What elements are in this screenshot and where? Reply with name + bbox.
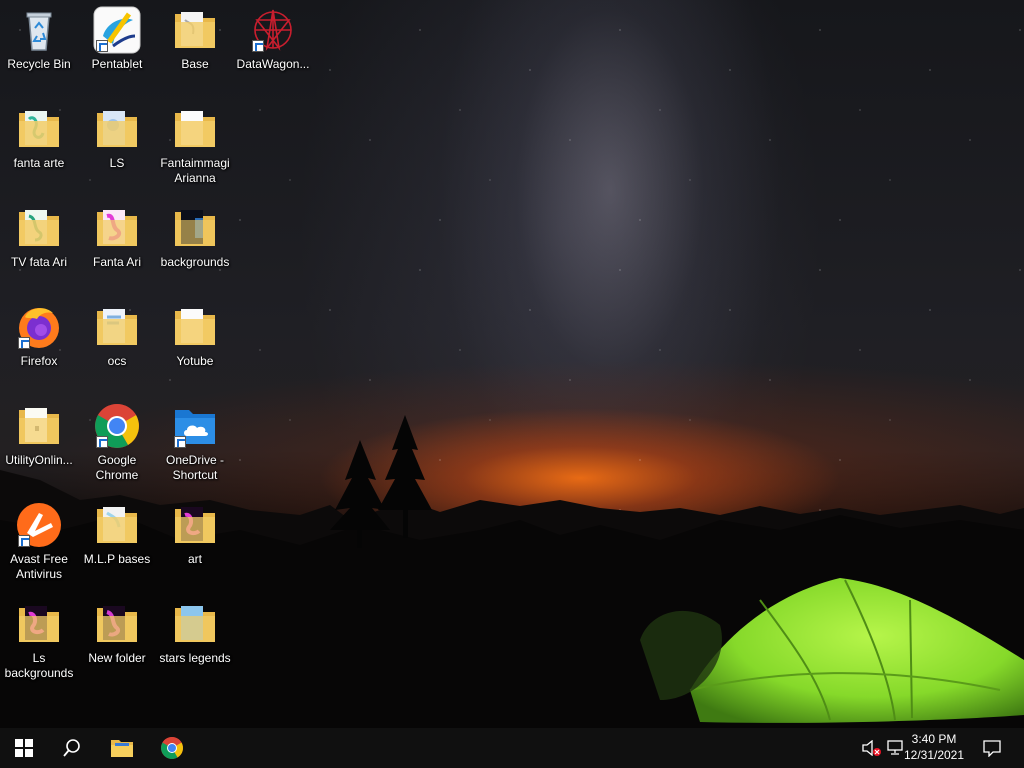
desktop-icon-tv-fata-ari[interactable]: TV fata Ari [0, 204, 78, 270]
desktop-icon-new-folder[interactable]: New folder [78, 600, 156, 666]
search-icon [63, 739, 80, 757]
desktop-icon-ls-backgrounds[interactable]: Ls backgrounds [0, 600, 78, 681]
folder-icon [93, 204, 141, 252]
icon-label: Google Chrome [95, 453, 139, 482]
icon-label: Yotube [176, 354, 214, 368]
folder-icon [15, 105, 63, 153]
folder-icon [93, 600, 141, 648]
folder-icon [171, 105, 219, 153]
folder-icon [15, 402, 63, 450]
desktop-icon-utilityonline[interactable]: UtilityOnlin... [0, 402, 78, 468]
system-clock[interactable]: 3:40 PM 12/31/2021 [900, 731, 968, 763]
desktop-icon-ls[interactable]: LS [78, 105, 156, 171]
windows-logo-icon [15, 739, 33, 757]
volume-button[interactable] [858, 728, 884, 768]
folder-icon [93, 105, 141, 153]
desktop-icon-ocs[interactable]: ocs [78, 303, 156, 369]
datawagon-icon [249, 6, 297, 54]
avast-icon [15, 501, 63, 549]
taskbar-file-explorer[interactable] [98, 728, 146, 768]
desktop-icon-onedrive-shortcut[interactable]: OneDrive - Shortcut [156, 402, 234, 483]
icon-label: DataWagon... [236, 57, 310, 71]
folder-icon [171, 501, 219, 549]
desktop-wallpaper[interactable]: Recycle Bin fanta arte TV fata Ari Firef… [0, 0, 1024, 728]
clock-time: 3:40 PM [911, 732, 957, 746]
icon-label: New folder [88, 651, 146, 665]
start-button[interactable] [0, 728, 48, 768]
icon-label: ocs [107, 354, 127, 368]
icon-label: M.L.P bases [83, 552, 151, 566]
onedrive-folder-icon [171, 402, 219, 450]
shortcut-arrow-icon [174, 436, 186, 448]
folder-icon [171, 303, 219, 351]
search-button[interactable] [48, 728, 96, 768]
icon-label: Avast Free Antivirus [10, 552, 68, 581]
folder-icon [171, 6, 219, 54]
desktop-icon-yotube[interactable]: Yotube [156, 303, 234, 369]
taskbar-chrome[interactable] [148, 728, 196, 768]
desktop-icon-backgrounds[interactable]: backgrounds [156, 204, 234, 270]
folder-icon [171, 600, 219, 648]
taskbar: 3:40 PM 12/31/2021 [0, 728, 1024, 768]
chrome-icon [161, 737, 183, 759]
desktop-icon-stars-legends[interactable]: stars legends [156, 600, 234, 666]
desktop-icon-google-chrome[interactable]: Google Chrome [78, 402, 156, 483]
desktop-icon-firefox[interactable]: Firefox [0, 303, 78, 369]
icon-label: LS [109, 156, 125, 170]
pentablet-icon [93, 6, 141, 54]
icon-label: fanta arte [13, 156, 65, 170]
icon-label: Fantaimmagi Arianna [160, 156, 230, 185]
desktop-icon-mlp-bases[interactable]: M.L.P bases [78, 501, 156, 567]
firefox-icon [15, 303, 63, 351]
folder-icon [171, 204, 219, 252]
icon-label: backgrounds [160, 255, 230, 269]
desktop-icon-fanta-ari[interactable]: Fanta Ari [78, 204, 156, 270]
desktop-icon-fanta-arte[interactable]: fanta arte [0, 105, 78, 171]
shortcut-arrow-icon [96, 40, 108, 52]
folder-icon [15, 600, 63, 648]
desktop-icon-datawagon[interactable]: DataWagon... [234, 6, 312, 72]
action-center-icon [983, 740, 1001, 757]
icon-label: Recycle Bin [7, 57, 71, 71]
desktop-icon-recycle-bin[interactable]: Recycle Bin [0, 6, 78, 72]
folder-icon [15, 204, 63, 252]
icon-label: UtilityOnlin... [5, 453, 73, 467]
icon-label: TV fata Ari [10, 255, 68, 269]
desktop-icon-art[interactable]: art [156, 501, 234, 567]
folder-icon [93, 501, 141, 549]
desktop-icon-base[interactable]: Base [156, 6, 234, 72]
icon-label: Ls backgrounds [4, 651, 74, 680]
volume-muted-icon [862, 740, 881, 756]
icon-label: Pentablet [91, 57, 143, 71]
shortcut-arrow-icon [252, 40, 264, 52]
icon-label: OneDrive - Shortcut [165, 453, 224, 482]
icon-label: Firefox [20, 354, 58, 368]
icon-label: art [187, 552, 202, 566]
icon-label: Base [181, 57, 209, 71]
file-explorer-icon [111, 740, 133, 757]
icon-label: Fanta Ari [92, 255, 142, 269]
chrome-icon [93, 402, 141, 450]
desktop-icon-avast[interactable]: Avast Free Antivirus [0, 501, 78, 582]
recycle-bin-icon [15, 6, 63, 54]
icon-label: stars legends [159, 651, 231, 665]
desktop-icon-pentablet[interactable]: Pentablet [78, 6, 156, 72]
shortcut-arrow-icon [18, 337, 30, 349]
folder-icon [93, 303, 141, 351]
clock-date: 12/31/2021 [903, 748, 965, 762]
shortcut-arrow-icon [96, 436, 108, 448]
desktop-icon-fantaimmagi-arianna[interactable]: Fantaimmagi Arianna [156, 105, 234, 186]
action-center-button[interactable] [976, 728, 1008, 768]
shortcut-arrow-icon [18, 535, 30, 547]
